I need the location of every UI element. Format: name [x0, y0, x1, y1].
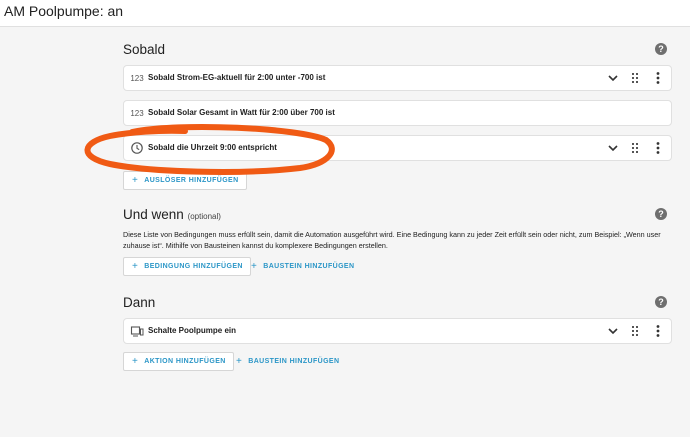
triggers-heading: Sobald — [123, 42, 166, 57]
trigger-card-3[interactable]: Sobald die Uhrzeit 9:00 entspricht — [123, 135, 672, 161]
conditions-help-icon[interactable]: ? — [655, 208, 667, 220]
plus-icon: + — [132, 175, 139, 186]
page-title: AM Poolpumpe: an — [4, 3, 124, 19]
chevron-down-icon[interactable] — [607, 325, 619, 337]
actions-heading: Dann — [123, 295, 156, 310]
plus-icon: + — [236, 356, 243, 367]
add-action-button[interactable]: + AKTION HINZUFÜGEN — [123, 352, 234, 371]
conditions-heading: Und wenn (optional) — [123, 207, 221, 222]
trigger-card-2[interactable]: 123 Sobald Solar Gesamt in Watt für 2:00… — [123, 100, 672, 126]
plus-icon: + — [132, 261, 139, 272]
conditions-title: Und wenn — [123, 207, 184, 222]
top-bar: AM Poolpumpe: an — [0, 0, 690, 27]
add-action-block-button[interactable]: + BAUSTEIN HINZUFÜGEN — [236, 352, 339, 371]
add-action-label: AKTION HINZUFÜGEN — [144, 358, 226, 365]
trigger-label: Sobald die Uhrzeit 9:00 entspricht — [148, 143, 277, 152]
add-condition-button[interactable]: + BEDINGUNG HINZUFÜGEN — [123, 257, 251, 276]
action-label: Schalte Poolpumpe ein — [148, 326, 237, 335]
add-trigger-button[interactable]: + AUSLÖSER HINZUFÜGEN — [123, 171, 247, 190]
conditions-optional: (optional) — [187, 212, 221, 221]
add-condition-label: BEDINGUNG HINZUFÜGEN — [144, 263, 243, 270]
actions-help-icon[interactable]: ? — [655, 296, 667, 308]
add-condition-block-button[interactable]: + BAUSTEIN HINZUFÜGEN — [251, 257, 354, 276]
device-icon — [130, 326, 144, 337]
number-icon: 123 — [130, 73, 144, 83]
chevron-down-icon[interactable] — [607, 142, 619, 154]
conditions-description: Diese Liste von Bedingungen muss erfüllt… — [123, 230, 661, 250]
add-trigger-label: AUSLÖSER HINZUFÜGEN — [144, 177, 239, 184]
action-card-1[interactable]: Schalte Poolpumpe ein — [123, 318, 672, 344]
more-vert-icon[interactable] — [654, 71, 662, 85]
trigger-label: Sobald Solar Gesamt in Watt für 2:00 übe… — [148, 108, 335, 117]
drag-handle-icon[interactable] — [631, 325, 641, 337]
more-vert-icon[interactable] — [654, 141, 662, 155]
drag-handle-icon[interactable] — [631, 142, 641, 154]
add-condition-block-label: BAUSTEIN HINZUFÜGEN — [263, 263, 355, 270]
chevron-down-icon[interactable] — [607, 72, 619, 84]
plus-icon: + — [251, 261, 258, 272]
drag-handle-icon[interactable] — [631, 72, 641, 84]
trigger-label: Sobald Strom-EG-aktuell für 2:00 unter -… — [148, 73, 326, 82]
trigger-card-1[interactable]: 123 Sobald Strom-EG-aktuell für 2:00 unt… — [123, 65, 672, 91]
add-action-block-label: BAUSTEIN HINZUFÜGEN — [248, 358, 340, 365]
more-vert-icon[interactable] — [654, 324, 662, 338]
clock-icon — [131, 142, 143, 154]
number-icon: 123 — [130, 108, 144, 118]
plus-icon: + — [132, 356, 139, 367]
triggers-help-icon[interactable]: ? — [655, 43, 667, 55]
